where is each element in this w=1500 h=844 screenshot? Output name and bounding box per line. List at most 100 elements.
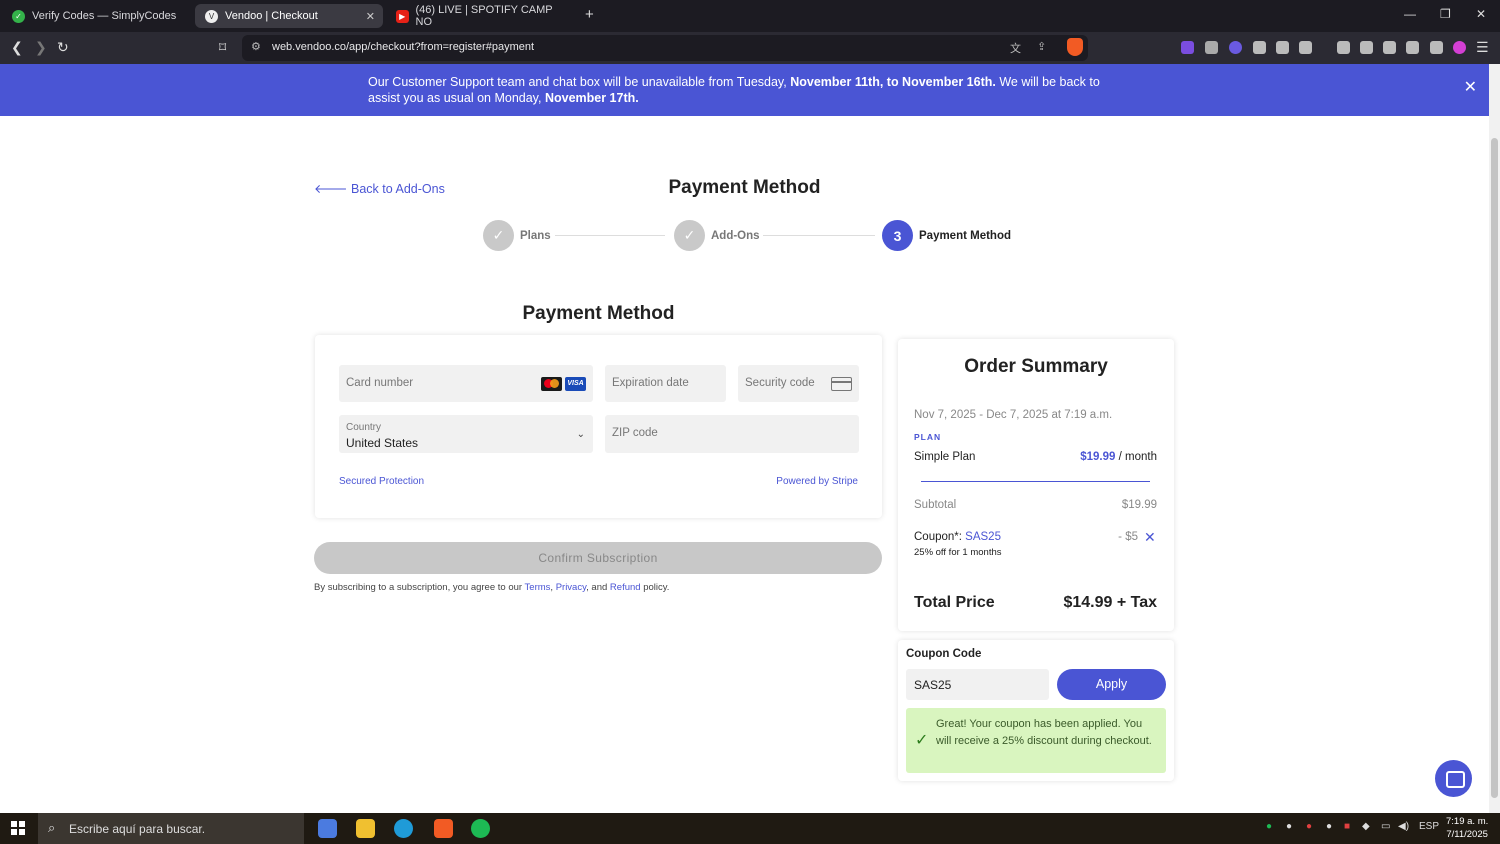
address-bar[interactable]: ⚙ web.vendoo.co/app/checkout?from=regist… — [242, 35, 1088, 61]
order-summary-title: Order Summary — [964, 356, 1108, 377]
card-number-input[interactable]: Card number VISA — [339, 365, 593, 402]
windows-taskbar: ⌕ Escribe aquí para buscar. ● ● ● ● ■ ◆ … — [0, 813, 1500, 844]
security-code-input[interactable]: Security code — [738, 365, 859, 402]
site-info-icon[interactable]: ⚙ — [251, 40, 261, 53]
zip-code-input[interactable]: ZIP code — [605, 415, 859, 453]
subtotal-label: Subtotal — [914, 499, 957, 511]
tab-simplycodes[interactable]: ✓ Verify Codes — SimplyCodes — [2, 4, 192, 28]
check-icon: ✓ — [915, 732, 929, 749]
translate-icon[interactable]: 文 — [1010, 40, 1021, 56]
order-summary-card — [898, 339, 1174, 631]
page-title: Payment Method — [668, 177, 821, 198]
secured-protection-link[interactable]: Secured Protection — [339, 476, 424, 487]
menu-icon[interactable]: ☰ — [1476, 39, 1489, 56]
coupon-discount: - $5 — [1118, 531, 1138, 543]
leo-ai-icon[interactable] — [1406, 41, 1419, 54]
search-icon: ⌕ — [48, 820, 56, 835]
coupon-line: Coupon*: SAS25 — [914, 531, 1001, 543]
cvc-card-icon — [831, 377, 852, 391]
volume-icon[interactable]: ◀) — [1398, 821, 1409, 832]
plan-name: Simple Plan — [914, 451, 976, 463]
tray-app-icon[interactable]: ■ — [1344, 821, 1350, 832]
powered-by-stripe-link[interactable]: Powered by Stripe — [776, 476, 858, 487]
tab-vendoo-checkout[interactable]: V Vendoo | Checkout ✕ — [195, 4, 383, 28]
browser-tab-bar: ✓ Verify Codes — SimplyCodes V Vendoo | … — [0, 0, 1500, 32]
privacy-link[interactable]: Privacy — [556, 582, 586, 593]
check-icon: ✓ — [674, 220, 705, 251]
step-addons[interactable]: ✓ Add-Ons — [674, 220, 760, 251]
remove-coupon-icon[interactable]: ✕ — [1144, 529, 1156, 546]
total-label: Total Price — [914, 594, 995, 611]
youtube-favicon-icon: ▶ — [396, 9, 409, 23]
restore-icon[interactable]: ❐ — [1440, 7, 1451, 21]
step-connector — [763, 235, 875, 236]
terms-link[interactable]: Terms — [525, 582, 551, 593]
close-tab-icon[interactable]: ✕ — [366, 10, 375, 23]
windows-start-icon[interactable] — [11, 821, 25, 835]
brave-taskbar-icon[interactable] — [434, 819, 453, 838]
coupon-description: 25% off for 1 months — [914, 547, 1002, 558]
coupon-code-input[interactable]: SAS25 — [906, 669, 1049, 700]
country-select[interactable]: Country United States ⌄ — [339, 415, 593, 453]
reload-icon[interactable]: ↻ — [57, 39, 69, 56]
payment-section-title: Payment Method — [522, 303, 675, 324]
spotify-icon[interactable] — [471, 819, 490, 838]
step-number: 3 — [882, 220, 913, 251]
spotify-tray-icon[interactable]: ● — [1266, 821, 1272, 832]
taskbar-search[interactable]: ⌕ Escribe aquí para buscar. — [38, 813, 304, 844]
step-payment-method: 3 Payment Method — [882, 220, 1011, 251]
scrollbar-thumb[interactable] — [1491, 138, 1498, 798]
refund-link[interactable]: Refund — [610, 582, 641, 593]
extension-circle-icon[interactable] — [1229, 41, 1242, 54]
chat-launcher-icon[interactable] — [1435, 760, 1472, 797]
extensions-puzzle-icon[interactable] — [1276, 41, 1289, 54]
browser-nav-bar: ❮ ❯ ↻ ⌑ ⚙ web.vendoo.co/app/checkout?fro… — [0, 32, 1500, 64]
extension-shield-icon[interactable] — [1253, 41, 1266, 54]
forward-icon[interactable]: ❯ — [35, 39, 47, 56]
plan-tag: PLAN — [914, 432, 942, 442]
security-tray-icon[interactable]: ◆ — [1362, 821, 1370, 832]
page-scrollbar[interactable] — [1489, 64, 1500, 813]
language-indicator[interactable]: ESP — [1419, 821, 1439, 832]
check-icon: ✓ — [483, 220, 514, 251]
extension-a-icon[interactable] — [1181, 41, 1194, 54]
back-icon[interactable]: ❮ — [11, 39, 23, 56]
extension-box-icon[interactable] — [1299, 41, 1312, 54]
close-banner-icon[interactable]: ✕ — [1464, 80, 1477, 96]
copilot-icon[interactable] — [318, 819, 337, 838]
expiration-date-input[interactable]: Expiration date — [605, 365, 726, 402]
url-text[interactable]: web.vendoo.co/app/checkout?from=register… — [272, 41, 534, 53]
tab-youtube-live[interactable]: ▶ (46) LIVE | SPOTIFY CAMP NO — [386, 4, 576, 28]
sidebar-icon[interactable] — [1360, 41, 1373, 54]
bookmark-icon[interactable]: ⌑ — [219, 39, 226, 56]
apply-coupon-button[interactable]: Apply — [1057, 669, 1166, 700]
media-icon[interactable] — [1337, 41, 1350, 54]
divider — [921, 481, 1150, 482]
brave-shields-icon[interactable] — [1067, 38, 1083, 56]
extension-glasses-icon[interactable] — [1205, 41, 1218, 54]
support-announcement-banner: Our Customer Support team and chat box w… — [0, 64, 1489, 116]
file-explorer-icon[interactable] — [356, 819, 375, 838]
new-tab-icon[interactable]: + — [585, 6, 594, 23]
vpn-icon[interactable] — [1430, 41, 1443, 54]
tray-app-icon[interactable]: ● — [1286, 821, 1292, 832]
share-icon[interactable]: ⇪ — [1037, 40, 1046, 53]
chevron-down-icon: ⌄ — [576, 429, 585, 440]
subtotal-value: $19.99 — [1121, 499, 1157, 511]
edge-icon[interactable] — [394, 819, 413, 838]
tab-title: Verify Codes — SimplyCodes — [32, 10, 177, 22]
minimize-icon[interactable]: — — [1404, 7, 1416, 21]
step-plans[interactable]: ✓ Plans — [483, 220, 551, 251]
confirm-subscription-button[interactable]: Confirm Subscription — [314, 542, 882, 574]
wallet-icon[interactable] — [1383, 41, 1396, 54]
profile-icon[interactable] — [1453, 41, 1466, 54]
step-connector — [555, 235, 665, 236]
close-window-icon[interactable]: ✕ — [1476, 7, 1486, 21]
network-icon[interactable]: ▭ — [1381, 821, 1390, 832]
tray-app-icon[interactable]: ● — [1306, 821, 1312, 832]
check-favicon-icon: ✓ — [12, 9, 25, 23]
vendoo-favicon-icon: V — [205, 9, 218, 23]
mastercard-icon — [541, 377, 562, 391]
taskbar-clock[interactable]: 7:19 a. m. 7/11/2025 — [1446, 815, 1488, 841]
tray-app-icon[interactable]: ● — [1326, 821, 1332, 832]
